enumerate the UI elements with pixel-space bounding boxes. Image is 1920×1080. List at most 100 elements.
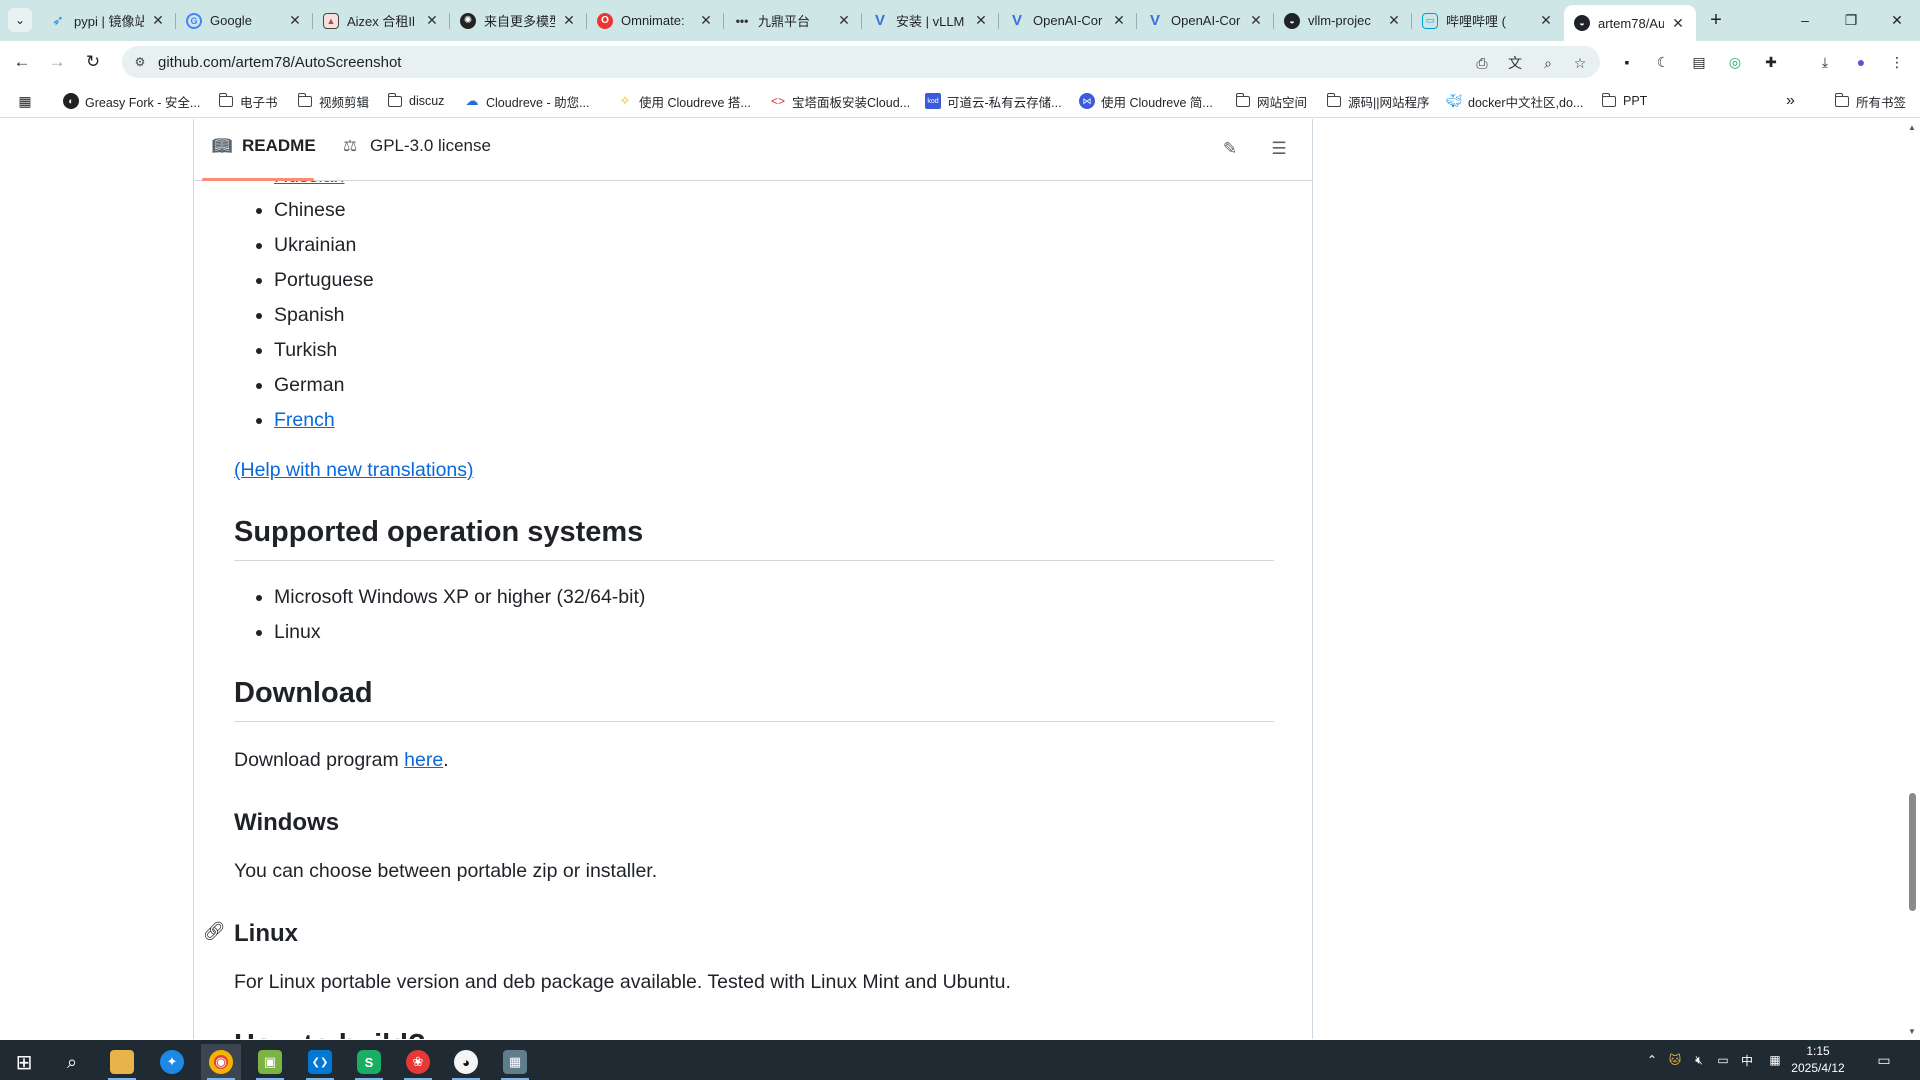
tab-vllm-project[interactable]: ◒ vllm-projec ✕ bbox=[1274, 6, 1412, 35]
start-button[interactable]: ⊞ bbox=[4, 1044, 44, 1080]
close-icon[interactable]: ✕ bbox=[561, 12, 577, 29]
site-info-icon[interactable]: ⚙ bbox=[128, 50, 152, 74]
dark-mode-icon[interactable]: ☾ bbox=[1653, 52, 1673, 72]
reader-icon[interactable]: ▤ bbox=[1689, 52, 1709, 72]
tray-cat-icon[interactable]: 🐱︎ bbox=[1666, 1050, 1684, 1070]
tab-pypi[interactable]: ➶ pypi | 镜像站 ✕ bbox=[40, 6, 176, 35]
taskbar-screenshot-app[interactable]: ▦ bbox=[495, 1044, 535, 1080]
language-link-french[interactable]: French bbox=[274, 409, 335, 431]
folder-icon bbox=[387, 92, 403, 109]
restore-button[interactable]: ❐ bbox=[1828, 0, 1874, 40]
system-clock[interactable]: 1:15 2025/4/12 bbox=[1786, 1043, 1850, 1077]
tab-readme[interactable]: 📖︎ README bbox=[212, 131, 316, 161]
list-item: Turkish bbox=[274, 333, 1274, 368]
bookmark-ppt[interactable]: PPT bbox=[1601, 90, 1647, 112]
all-bookmarks-button[interactable]: 所有书签 bbox=[1834, 90, 1906, 112]
menu-icon[interactable]: ⋮ bbox=[1887, 52, 1907, 72]
zoom-icon[interactable]: ⌕ bbox=[1538, 53, 1558, 73]
bookmark-video-editing[interactable]: 视频剪辑 bbox=[297, 90, 369, 112]
edit-pencil-icon[interactable]: ✎ bbox=[1218, 137, 1242, 161]
page-scrollbar[interactable]: ▲ ▼ bbox=[1904, 119, 1920, 1039]
tab-openai-compat-2[interactable]: V OpenAI-Cor ✕ bbox=[1137, 6, 1274, 35]
translate-icon[interactable]: 文 bbox=[1505, 53, 1525, 73]
close-icon[interactable]: ✕ bbox=[1386, 12, 1402, 29]
close-icon[interactable]: ✕ bbox=[287, 12, 303, 29]
help-translations-link[interactable]: (Help with new translations) bbox=[234, 459, 474, 481]
extension-tab-icon[interactable]: ▪ bbox=[1617, 52, 1637, 72]
taskbar-app-red[interactable]: ❀ bbox=[398, 1044, 438, 1080]
install-app-icon[interactable]: ⎙ bbox=[1472, 53, 1492, 73]
download-here-link[interactable]: here bbox=[404, 749, 443, 771]
link-icon[interactable]: 🔗︎ bbox=[203, 921, 226, 941]
tray-overflow-chevron-icon[interactable]: ⌃ bbox=[1644, 1050, 1660, 1070]
tab-google[interactable]: G Google ✕ bbox=[176, 6, 313, 35]
address-bar[interactable]: ⚙ github.com/artem78/AutoScreenshot ⎙ 文 … bbox=[122, 46, 1600, 78]
bookmark-discuz[interactable]: discuz bbox=[387, 90, 444, 112]
bookmark-star-icon[interactable]: ☆ bbox=[1570, 53, 1590, 73]
tab-openai-compat-1[interactable]: V OpenAI-Cor ✕ bbox=[999, 6, 1137, 35]
ime-indicator[interactable]: 中 bbox=[1738, 1050, 1756, 1070]
grammarly-icon[interactable]: ◎ bbox=[1725, 52, 1745, 72]
taskbar-search-button[interactable]: ⌕ bbox=[52, 1044, 92, 1080]
app-icon: ✦ bbox=[160, 1050, 184, 1074]
bookmark-source-code[interactable]: 源码||网站程序 bbox=[1326, 90, 1430, 112]
back-button[interactable]: ← bbox=[8, 48, 36, 76]
close-icon[interactable]: ✕ bbox=[1111, 12, 1127, 29]
close-window-button[interactable]: ✕ bbox=[1874, 0, 1920, 40]
extensions-icon[interactable]: ✚ bbox=[1761, 52, 1781, 72]
taskbar-vscode[interactable]: ❮❯ bbox=[300, 1044, 340, 1080]
tab-vllm-install[interactable]: V 安装 | vLLM ✕ bbox=[862, 6, 999, 35]
tab-aizex[interactable]: ▲ Aizex 合租Il ✕ bbox=[313, 6, 450, 35]
bookmark-greasyfork[interactable]: ◐ Greasy Fork - 安全... bbox=[63, 90, 200, 112]
close-icon[interactable]: ✕ bbox=[150, 12, 166, 29]
tab-models[interactable]: ✺ 来自更多模型 ✕ bbox=[450, 6, 587, 35]
close-icon[interactable]: ✕ bbox=[1538, 12, 1554, 29]
taskbar-qq[interactable]: ◕ bbox=[446, 1044, 486, 1080]
taskbar-app-blue[interactable]: ✦ bbox=[152, 1044, 192, 1080]
outline-list-icon[interactable]: ☰ bbox=[1267, 137, 1291, 161]
bookmark-docker-cn[interactable]: 🐳︎ docker中文社区,do... bbox=[1446, 90, 1584, 112]
downloads-icon[interactable]: ⤓ bbox=[1815, 52, 1835, 72]
notifications-icon[interactable]: ▭ bbox=[1874, 1050, 1894, 1070]
tab-title: vllm-projec bbox=[1308, 13, 1371, 28]
close-icon[interactable]: ✕ bbox=[836, 12, 852, 29]
bookmark-cloudreve-setup[interactable]: ✧ 使用 Cloudreve 搭... bbox=[617, 90, 751, 112]
tab-bilibili[interactable]: ▭ 哔哩哔哩 ( ✕ bbox=[1412, 6, 1564, 35]
volume-muted-icon[interactable]: 🔇︎ bbox=[1690, 1050, 1708, 1070]
forward-button[interactable]: → bbox=[43, 48, 71, 76]
tab-autoscreenshot[interactable]: ◒ artem78/Au ✕ bbox=[1564, 5, 1696, 41]
tab-jiuding[interactable]: ••• 九鼎平台 ✕ bbox=[724, 6, 862, 35]
close-icon[interactable]: ✕ bbox=[698, 12, 714, 29]
vllm-icon: V bbox=[1011, 12, 1022, 29]
taskbar-app-green[interactable]: ▣ bbox=[250, 1044, 290, 1080]
tab-search-icon[interactable]: ⌄ bbox=[8, 8, 32, 32]
bookmark-cloudreve-simple[interactable]: ⋈ 使用 Cloudreve 简... bbox=[1079, 90, 1213, 112]
scroll-down-arrow[interactable]: ▼ bbox=[1908, 1027, 1916, 1036]
new-tab-button[interactable]: + bbox=[1704, 8, 1728, 32]
url-text[interactable]: github.com/artem78/AutoScreenshot bbox=[158, 54, 401, 71]
taskbar-app-green2[interactable]: S bbox=[349, 1044, 389, 1080]
apps-grid-icon[interactable]: ▦ bbox=[17, 90, 39, 112]
network-icon[interactable]: ▭ bbox=[1714, 1050, 1732, 1070]
list-item: French bbox=[274, 403, 1274, 438]
close-icon[interactable]: ✕ bbox=[1670, 15, 1686, 31]
bookmark-ebooks[interactable]: 电子书 bbox=[218, 90, 278, 112]
close-icon[interactable]: ✕ bbox=[973, 12, 989, 29]
minimize-button[interactable]: – bbox=[1782, 0, 1828, 40]
bookmarks-overflow-button[interactable]: » bbox=[1786, 90, 1795, 112]
bookmark-kodcloud[interactable]: kod 可道云-私有云存储... bbox=[925, 90, 1062, 112]
bookmark-cloudreve[interactable]: ☁ Cloudreve - 助您... bbox=[464, 90, 590, 112]
scroll-up-arrow[interactable]: ▲ bbox=[1908, 123, 1916, 132]
close-icon[interactable]: ✕ bbox=[1248, 12, 1264, 29]
ime-grid-icon[interactable]: ▦ bbox=[1766, 1050, 1784, 1070]
tab-omnimate[interactable]: O Omnimate: ✕ bbox=[587, 6, 724, 35]
bookmark-baota-cloudreve[interactable]: <> 宝塔面板安装Cloud... bbox=[770, 90, 910, 112]
bookmark-hosting[interactable]: 网站空间 bbox=[1235, 90, 1307, 112]
scroll-thumb[interactable] bbox=[1909, 793, 1916, 911]
reload-button[interactable]: ↻ bbox=[79, 48, 107, 76]
taskbar-file-explorer[interactable] bbox=[102, 1044, 142, 1080]
close-icon[interactable]: ✕ bbox=[424, 12, 440, 29]
taskbar-chrome[interactable]: ◉ bbox=[201, 1044, 241, 1080]
profile-avatar-icon[interactable]: ● bbox=[1851, 52, 1871, 72]
tab-license[interactable]: ⚖ GPL-3.0 license bbox=[340, 131, 491, 161]
